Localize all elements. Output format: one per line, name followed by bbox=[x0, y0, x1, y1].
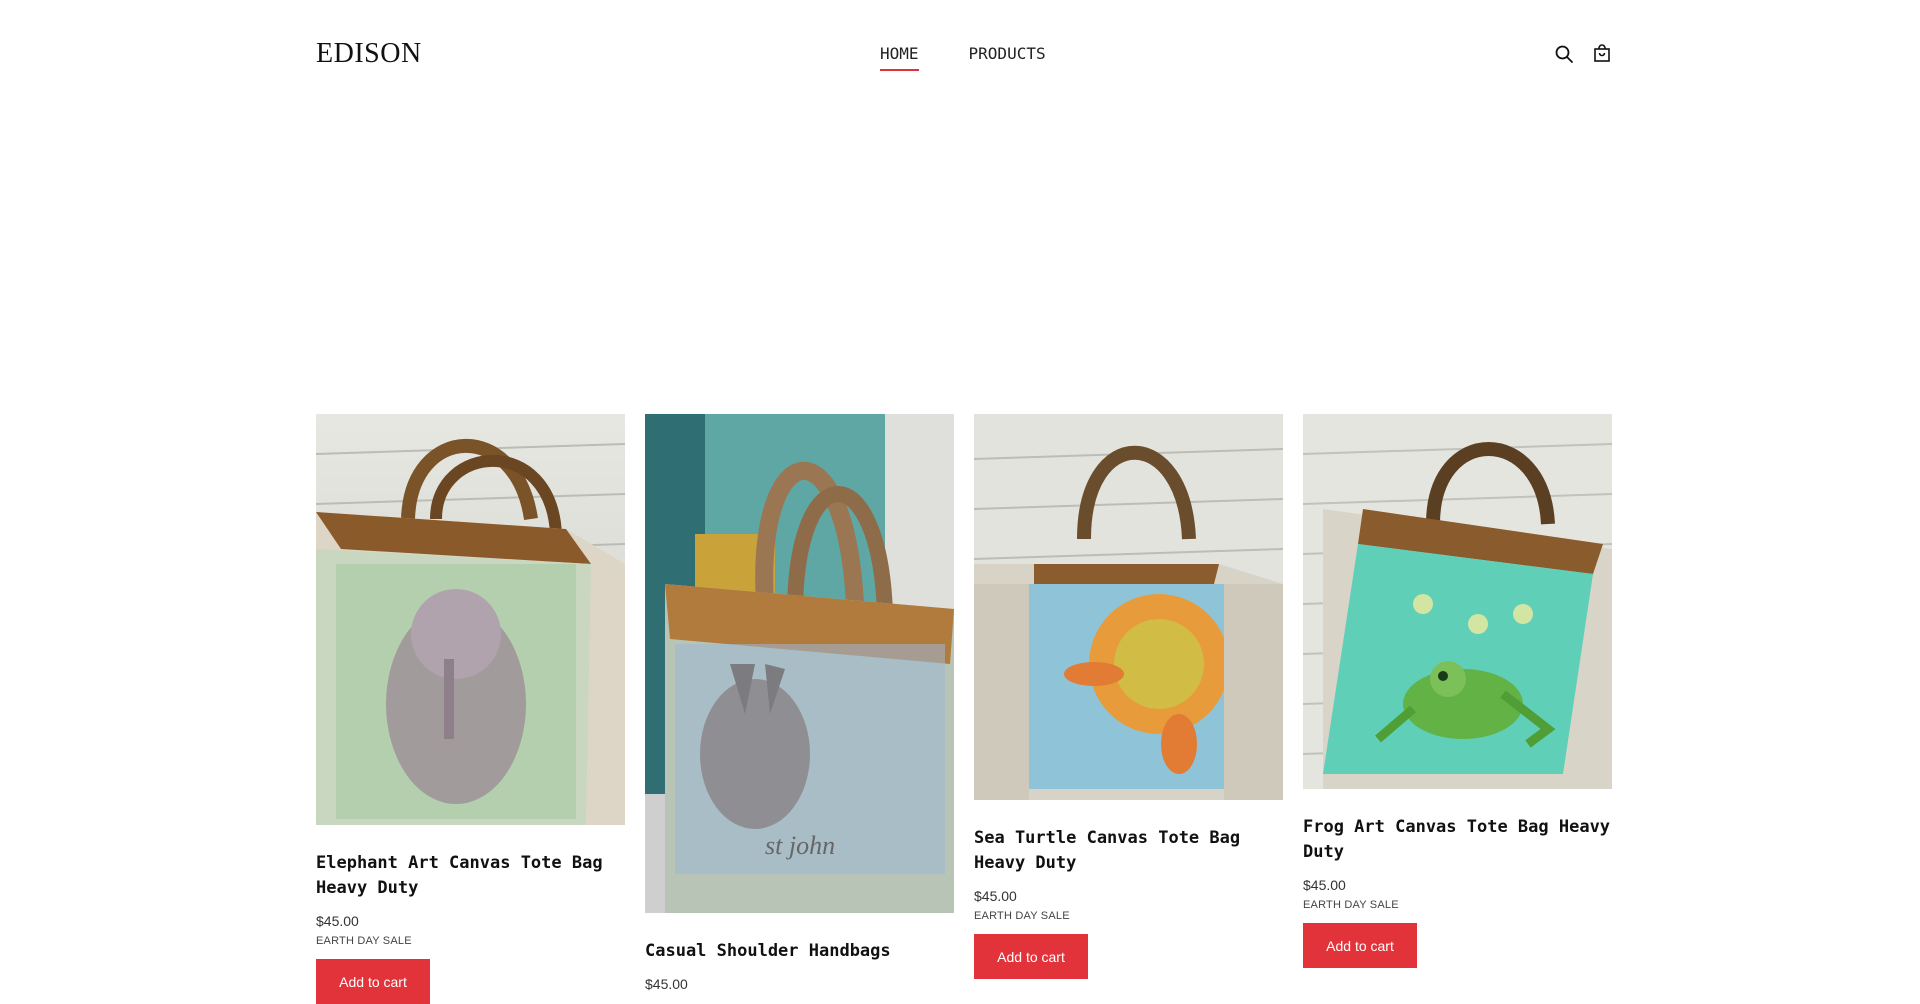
product-image-frog-tote[interactable] bbox=[1303, 414, 1612, 789]
add-to-cart-button[interactable]: Add to cart bbox=[1303, 923, 1417, 968]
product-price: $45.00 bbox=[645, 976, 688, 992]
product-price: $45.00 bbox=[974, 888, 1017, 904]
product-price: $45.00 bbox=[1303, 877, 1346, 893]
sale-badge: EARTH DAY SALE bbox=[1303, 899, 1399, 911]
sale-badge: EARTH DAY SALE bbox=[316, 935, 412, 947]
main-nav: HOME PRODUCTS bbox=[880, 44, 1046, 71]
product-image-elephant-tote[interactable] bbox=[316, 414, 625, 825]
product-title[interactable]: Frog Art Canvas Tote Bag Heavy Duty bbox=[1303, 815, 1612, 865]
site-logo[interactable]: EDISON bbox=[316, 38, 422, 70]
search-icon[interactable] bbox=[1554, 44, 1574, 64]
product-image-sea-turtle-tote[interactable] bbox=[974, 414, 1283, 800]
add-to-cart-button[interactable]: Add to cart bbox=[316, 959, 430, 1004]
svg-text:st john: st john bbox=[765, 831, 835, 860]
product-title[interactable]: Elephant Art Canvas Tote Bag Heavy Duty bbox=[316, 851, 625, 901]
cart-icon[interactable] bbox=[1592, 44, 1612, 64]
product-title[interactable]: Sea Turtle Canvas Tote Bag Heavy Duty bbox=[974, 826, 1283, 876]
nav-home[interactable]: HOME bbox=[880, 44, 919, 71]
product-price: $45.00 bbox=[316, 913, 359, 929]
product-image-shoulder-handbag[interactable]: st john bbox=[645, 414, 954, 913]
product-card: Elephant Art Canvas Tote Bag Heavy Duty … bbox=[316, 414, 625, 1004]
product-title[interactable]: Casual Shoulder Handbags bbox=[645, 939, 954, 964]
product-grid: Elephant Art Canvas Tote Bag Heavy Duty … bbox=[316, 414, 1614, 1004]
add-to-cart-button[interactable]: Add to cart bbox=[974, 934, 1088, 979]
product-card: Frog Art Canvas Tote Bag Heavy Duty $45.… bbox=[1303, 414, 1612, 968]
product-card: st john Casual Shoulder Handbags $45.00 bbox=[645, 414, 954, 992]
sale-badge: EARTH DAY SALE bbox=[974, 910, 1070, 922]
header-icons bbox=[1554, 44, 1612, 64]
nav-products[interactable]: PRODUCTS bbox=[969, 44, 1046, 71]
product-card: Sea Turtle Canvas Tote Bag Heavy Duty $4… bbox=[974, 414, 1283, 979]
site-header: EDISON HOME PRODUCTS bbox=[0, 0, 1920, 112]
